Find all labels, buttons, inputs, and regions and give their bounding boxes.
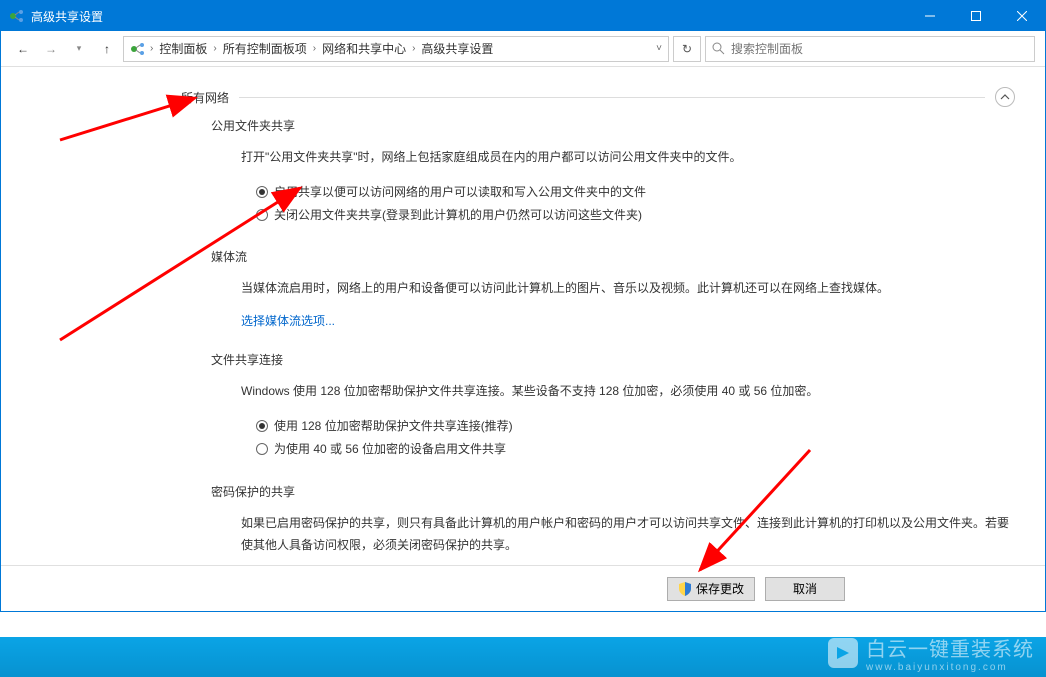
nav-recent-button[interactable]: ▾	[67, 37, 91, 61]
chevron-up-icon	[1000, 92, 1010, 102]
network-sharing-icon	[130, 41, 146, 57]
content-area: 所有网络 公用文件夹共享 打开"公用文件夹共享"时，网络上包括家庭组成员在内的用…	[181, 87, 1025, 565]
breadcrumb-control-panel[interactable]: 控制面板	[157, 40, 209, 57]
cancel-button[interactable]: 取消	[765, 577, 845, 601]
radio-label: 启用共享以便可以访问网络的用户可以读取和写入公用文件夹中的文件	[274, 181, 646, 204]
radio-disable-public-sharing[interactable]: 关闭公用文件夹共享(登录到此计算机的用户仍然可以访问这些文件夹)	[256, 204, 1015, 227]
shield-icon	[678, 582, 692, 596]
public-sharing-title: 公用文件夹共享	[211, 117, 1015, 134]
search-input[interactable]	[731, 42, 1028, 56]
radio-label: 使用 128 位加密帮助保护文件共享连接(推荐)	[274, 415, 513, 438]
radio-label: 为使用 40 或 56 位加密的设备启用文件共享	[274, 438, 506, 461]
save-changes-button[interactable]: 保存更改	[667, 577, 755, 601]
radio-icon	[256, 420, 268, 432]
collapse-button[interactable]	[995, 87, 1015, 107]
network-sharing-icon	[9, 8, 25, 24]
section-all-networks: 所有网络	[181, 89, 229, 106]
media-streaming-desc: 当媒体流启用时，网络上的用户和设备便可以访问此计算机上的图片、音乐以及视频。此计…	[241, 277, 1015, 300]
section-rule	[239, 97, 985, 98]
chevron-right-icon: ›	[150, 43, 153, 54]
radio-icon	[256, 186, 268, 198]
public-sharing-desc: 打开"公用文件夹共享"时，网络上包括家庭组成员在内的用户都可以访问公用文件夹中的…	[241, 146, 1015, 169]
media-options-link[interactable]: 选择媒体流选项...	[241, 312, 1015, 329]
close-button[interactable]	[999, 1, 1045, 31]
refresh-button[interactable]: ↻	[673, 36, 701, 62]
radio-4056bit-encryption[interactable]: 为使用 40 或 56 位加密的设备启用文件共享	[256, 438, 1015, 461]
radio-enable-public-sharing[interactable]: 启用共享以便可以访问网络的用户可以读取和写入公用文件夹中的文件	[256, 181, 1015, 204]
radio-icon	[256, 443, 268, 455]
address-dropdown-button[interactable]: ˅	[656, 43, 662, 54]
minimize-button[interactable]	[907, 1, 953, 31]
nav-up-button[interactable]: ↑	[95, 37, 119, 61]
taskbar: 白云一键重装系统 www.baiyunxitong.com	[0, 637, 1046, 677]
search-icon	[712, 42, 725, 55]
address-bar[interactable]: › 控制面板 › 所有控制面板项 › 网络和共享中心 › 高级共享设置 ˅	[123, 36, 669, 62]
button-label: 保存更改	[696, 580, 744, 597]
nav-forward-button: →	[39, 37, 63, 61]
watermark-brand: 白云一键重装系统	[866, 633, 1034, 662]
footer: 保存更改 取消	[1, 565, 1045, 611]
breadcrumb-advanced-sharing[interactable]: 高级共享设置	[419, 40, 495, 57]
window-title: 高级共享设置	[31, 8, 907, 25]
nav-back-button[interactable]: ←	[11, 37, 35, 61]
password-sharing-desc: 如果已启用密码保护的共享，则只有具备此计算机的用户帐户和密码的用户才可以访问共享…	[241, 512, 1015, 558]
password-sharing-title: 密码保护的共享	[211, 483, 1015, 500]
navbar: ← → ▾ ↑ › 控制面板 › 所有控制面板项 › 网络和共享中心 › 高级共…	[1, 31, 1045, 67]
watermark: 白云一键重装系统 www.baiyunxitong.com	[828, 633, 1034, 673]
search-box[interactable]	[705, 36, 1035, 62]
watermark-logo-icon	[828, 638, 858, 668]
breadcrumb-network-center[interactable]: 网络和共享中心	[320, 40, 408, 57]
titlebar: 高级共享设置	[1, 1, 1045, 31]
radio-128bit-encryption[interactable]: 使用 128 位加密帮助保护文件共享连接(推荐)	[256, 415, 1015, 438]
radio-label: 关闭公用文件夹共享(登录到此计算机的用户仍然可以访问这些文件夹)	[274, 204, 642, 227]
watermark-url: www.baiyunxitong.com	[866, 662, 1034, 673]
maximize-button[interactable]	[953, 1, 999, 31]
button-label: 取消	[793, 580, 817, 597]
chevron-right-icon: ›	[313, 43, 316, 54]
file-sharing-conn-title: 文件共享连接	[211, 351, 1015, 368]
radio-icon	[256, 209, 268, 221]
media-streaming-title: 媒体流	[211, 248, 1015, 265]
file-sharing-conn-desc: Windows 使用 128 位加密帮助保护文件共享连接。某些设备不支持 128…	[241, 380, 1015, 403]
breadcrumb-all-items[interactable]: 所有控制面板项	[221, 40, 309, 57]
chevron-right-icon: ›	[213, 43, 216, 54]
chevron-right-icon: ›	[412, 43, 415, 54]
